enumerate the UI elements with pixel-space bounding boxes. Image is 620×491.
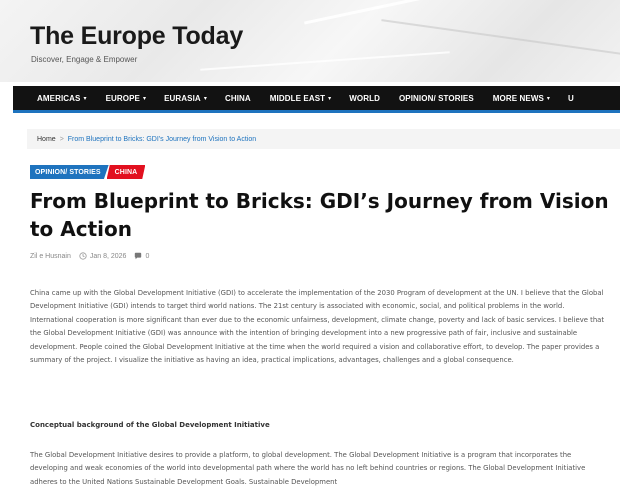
- nav-item-label: MIDDLE EAST: [269, 93, 326, 103]
- article-subheading: Conceptual background of the Global Deve…: [30, 421, 270, 429]
- site-tagline: Discover, Engage & Empower: [31, 55, 138, 64]
- chevron-down-icon: ▾: [142, 95, 147, 102]
- nav-item-europe[interactable]: EUROPE ▾: [106, 94, 147, 103]
- category-badge-china[interactable]: CHINA: [106, 165, 146, 179]
- breadcrumb-current[interactable]: From Blueprint to Bricks: GDI's Journey …: [68, 136, 256, 143]
- nav-item-middle-east[interactable]: MIDDLE EAST ▾: [270, 94, 331, 103]
- header-texture: [200, 51, 450, 71]
- category-badge-opinion[interactable]: OPINION/ STORIES: [30, 165, 109, 179]
- nav-item-label: CHINA: [224, 93, 251, 103]
- author-link[interactable]: Zil e Husnain: [30, 253, 71, 260]
- nav-item-world[interactable]: WORLD: [349, 94, 380, 103]
- nav-item-label: OPINION/ STORIES: [398, 93, 474, 103]
- site-logo-title[interactable]: The Europe Today: [30, 22, 243, 51]
- nav-item-label: MORE NEWS: [492, 93, 544, 103]
- nav-item-more-news[interactable]: MORE NEWS ▾: [493, 94, 550, 103]
- publish-date: Jan 8, 2026: [89, 252, 127, 260]
- breadcrumb-home-link[interactable]: Home: [37, 136, 56, 143]
- chevron-down-icon: ▾: [83, 95, 87, 102]
- breadcrumb-separator: >: [59, 135, 64, 143]
- header-texture: [381, 19, 620, 63]
- breadcrumb: Home > From Blueprint to Bricks: GDI's J…: [27, 129, 620, 149]
- site-header: The Europe Today Discover, Engage & Empo…: [0, 0, 620, 82]
- article-meta: Zil e Husnain Jan 8, 2026 0: [30, 252, 149, 260]
- nav-item-americas[interactable]: AMERICAS ▾: [37, 94, 87, 103]
- chevron-down-icon: ▾: [546, 95, 551, 102]
- header-texture: [304, 0, 620, 25]
- nav-item-label: AMERICAS: [37, 93, 81, 103]
- article-paragraph: China came up with the Global Developmen…: [30, 289, 605, 365]
- nav-item-truncated[interactable]: U: [568, 94, 574, 103]
- article-paragraph: The Global Development Initiative desire…: [30, 451, 586, 486]
- nav-item-eurasia[interactable]: EURASIA ▾: [164, 94, 207, 103]
- comment-icon[interactable]: [134, 252, 142, 260]
- nav-item-label: EURASIA: [164, 93, 201, 103]
- nav-item-label: EUROPE: [105, 93, 140, 103]
- chevron-down-icon: ▾: [203, 95, 207, 102]
- category-badges: OPINION/ STORIES CHINA: [30, 165, 146, 179]
- nav-item-label: WORLD: [349, 93, 380, 103]
- article-title: From Blueprint to Bricks: GDI’s Journey …: [30, 189, 609, 241]
- main-navigation: AMERICAS ▾ EUROPE ▾ EURASIA ▾ CHINA MIDDLE …: [13, 86, 620, 113]
- nav-item-label: U: [568, 93, 574, 103]
- nav-item-china[interactable]: CHINA: [225, 94, 251, 103]
- clock-icon: [79, 252, 87, 260]
- chevron-down-icon: ▾: [328, 95, 332, 102]
- nav-item-opinion-stories[interactable]: OPINION/ STORIES: [399, 94, 474, 103]
- comment-count[interactable]: 0: [145, 253, 149, 260]
